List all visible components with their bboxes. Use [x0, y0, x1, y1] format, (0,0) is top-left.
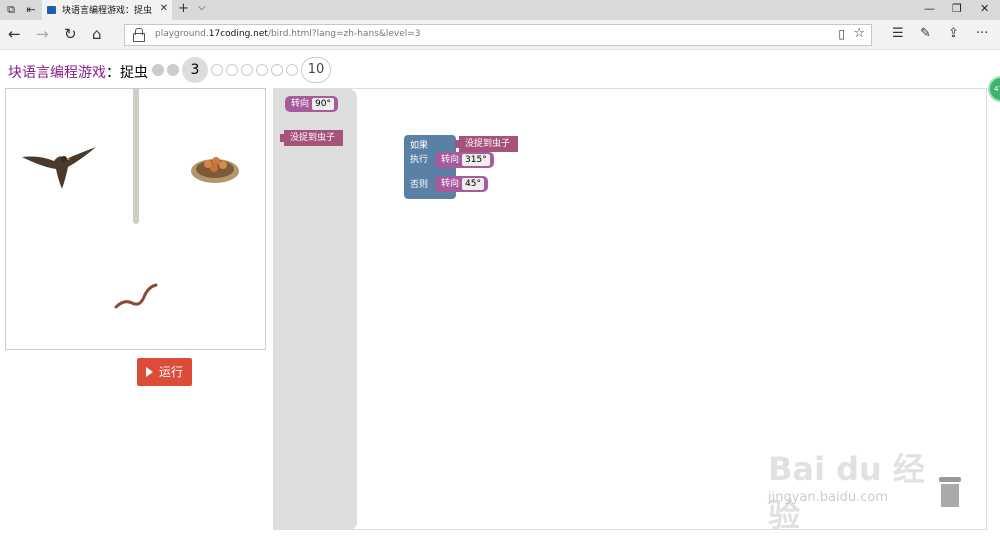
toolbox-flyout: 转向 90° 没捉到虫子	[274, 89, 357, 530]
play-icon	[145, 367, 153, 377]
restore-icon[interactable]: ❐	[952, 2, 962, 15]
page-title: 块语言编程游戏：捉虫	[8, 62, 148, 82]
forward-arrow-icon[interactable]: →	[36, 26, 49, 42]
toolbox-condition-block[interactable]: 没捉到虫子	[279, 130, 344, 146]
close-tab-icon[interactable]: ✕	[160, 3, 168, 14]
set-aside-tabs-icon[interactable]: ⇤	[24, 3, 38, 17]
run-button[interactable]: 运行	[137, 358, 192, 386]
game-canvas	[5, 88, 266, 350]
run-label: 运行	[158, 365, 183, 379]
chevron-down-icon[interactable]: ⌵	[198, 2, 206, 13]
tab-title: 块语言编程游戏：捉虫	[62, 6, 153, 16]
level-last[interactable]: 10	[301, 57, 331, 83]
title-separator: ：	[106, 65, 120, 81]
game-title: 块语言编程游戏	[8, 65, 106, 81]
program-condition-block[interactable]: 没捉到虫子	[454, 136, 519, 152]
refresh-icon[interactable]: ↻	[64, 26, 77, 42]
level-name: 捉虫	[120, 65, 148, 81]
turn-angle-field[interactable]: 90°	[312, 98, 334, 110]
address-bar[interactable]: playground.17coding.net/bird.html?lang=z…	[124, 24, 872, 46]
favorites-hub-icon[interactable]: ☰	[892, 26, 904, 41]
home-icon[interactable]: ⌂	[92, 26, 102, 42]
if-label: 如果	[410, 141, 429, 151]
watermark-domain: jingyan.baidu.com	[768, 490, 888, 505]
level-dot-8[interactable]	[271, 64, 283, 76]
level-dot-5[interactable]	[226, 64, 238, 76]
program-do-turn-block[interactable]: 转向 315°	[435, 152, 494, 168]
else-turn-label: 转向	[441, 179, 460, 189]
turn-label: 转向	[291, 99, 310, 109]
reading-view-icon[interactable]: ▯	[838, 27, 845, 41]
nest-icon	[191, 157, 239, 183]
level-dot-2[interactable]	[167, 64, 179, 76]
blockly-favicon-icon	[47, 6, 56, 14]
close-window-icon[interactable]: ✕	[980, 2, 989, 15]
favorite-star-icon[interactable]: ☆	[853, 26, 865, 41]
toolbox-turn-block[interactable]: 转向 90°	[285, 96, 338, 112]
else-turn-angle-field[interactable]: 45°	[462, 178, 484, 190]
browser-tab[interactable]: 块语言编程游戏：捉虫 ✕	[42, 0, 172, 20]
more-menu-icon[interactable]: ···	[976, 26, 988, 41]
minimize-icon[interactable]: —	[924, 2, 935, 15]
watermark: Bai du 经验 jingyan.baidu.com	[768, 428, 948, 534]
bird-icon	[22, 147, 96, 189]
side-badge[interactable]: 47	[988, 76, 1000, 102]
level-current[interactable]: 3	[182, 57, 208, 83]
do-turn-angle-field[interactable]: 315°	[462, 154, 490, 166]
program-condition-label: 没捉到虫子	[465, 139, 511, 149]
back-arrow-icon[interactable]: ←	[8, 26, 21, 42]
pen-notes-icon[interactable]: ✎	[920, 26, 931, 41]
else-label: 否则	[410, 180, 429, 190]
do-label: 执行	[410, 155, 429, 165]
tab-actions-icon[interactable]: ⧉	[4, 3, 18, 17]
wall-obstacle	[133, 89, 139, 224]
share-icon[interactable]: ⇪	[948, 26, 959, 41]
worm-icon	[114, 283, 158, 309]
level-dot-4[interactable]	[211, 64, 223, 76]
browser-tab-bar: ⧉ ⇤ 块语言编程游戏：捉虫 ✕ + ⌵ — ❐ ✕	[0, 0, 1000, 20]
browser-toolbar: ← → ↻ ⌂ playground.17coding.net/bird.htm…	[0, 20, 1000, 50]
program-else-turn-block[interactable]: 转向 45°	[435, 176, 488, 192]
level-dot-9[interactable]	[286, 64, 298, 76]
url-text: playground.17coding.net/bird.html?lang=z…	[155, 29, 421, 39]
lock-icon	[133, 28, 145, 42]
new-tab-icon[interactable]: +	[178, 1, 189, 16]
level-dot-1[interactable]	[152, 64, 164, 76]
level-dot-7[interactable]	[256, 64, 268, 76]
condition-label: 没捉到虫子	[290, 133, 336, 143]
level-dot-6[interactable]	[241, 64, 253, 76]
do-turn-label: 转向	[441, 155, 460, 165]
